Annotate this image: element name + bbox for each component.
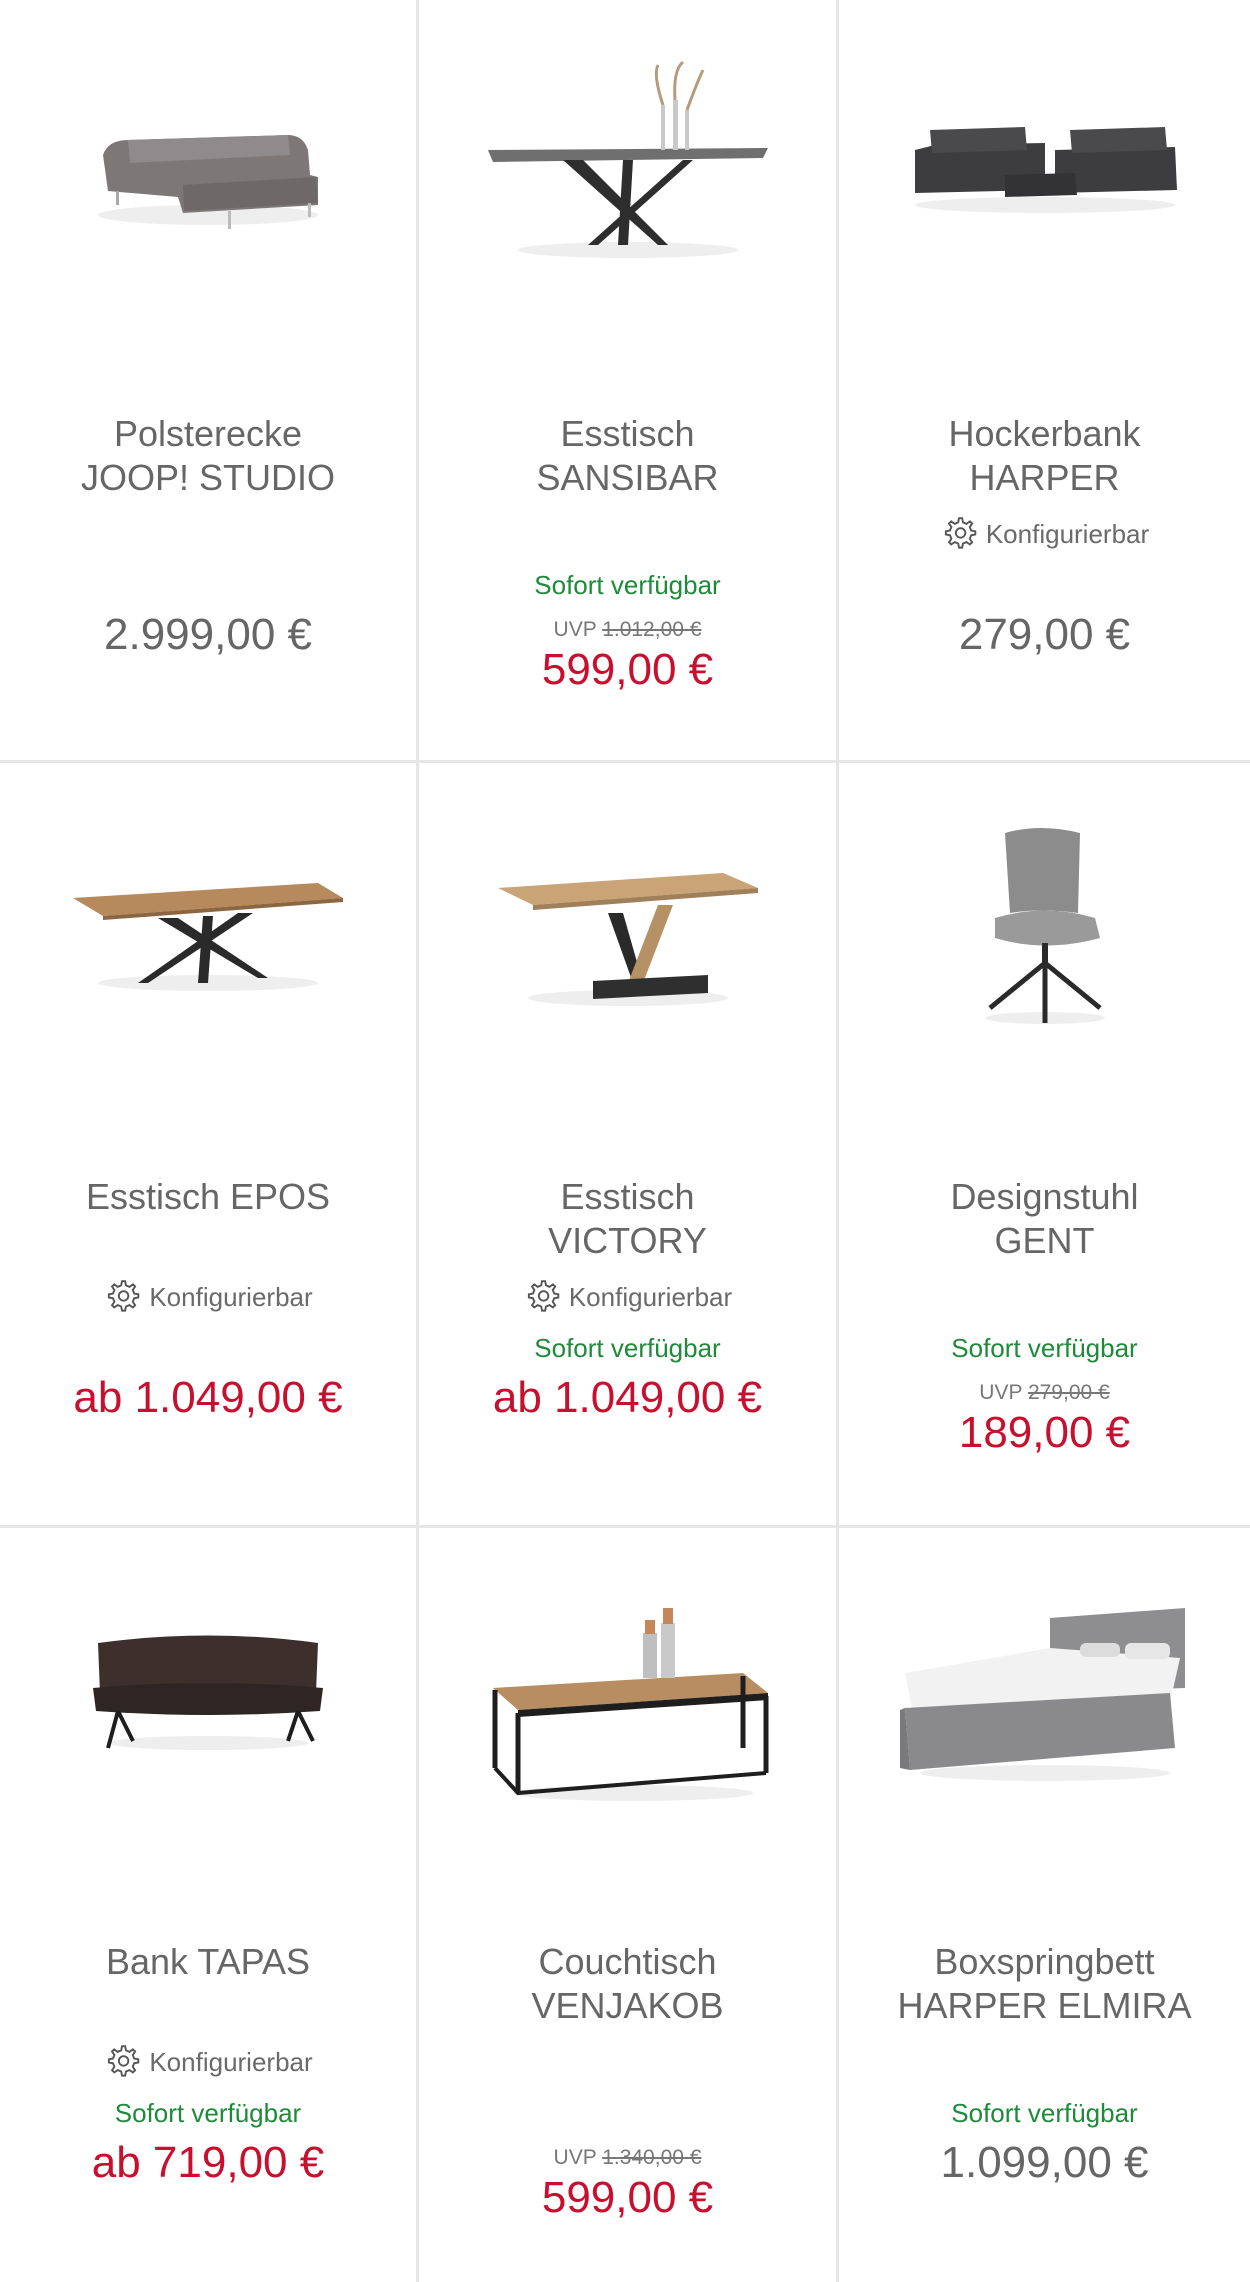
product-price: 2.999,00 € xyxy=(104,610,312,659)
availability-label: Sofort verfügbar xyxy=(534,570,721,600)
chair-image xyxy=(984,828,1105,1024)
availability-label: Sofort verfügbar xyxy=(114,2098,302,2128)
product-card-hockerbank-harper[interactable]: Hockerbank HARPER Konfigurierbar 279,00 … xyxy=(839,0,1250,763)
gear-icon xyxy=(944,517,977,549)
product-image[interactable] xyxy=(0,40,416,290)
product-image[interactable] xyxy=(0,1568,416,1818)
product-title[interactable]: Bank TAPAS xyxy=(10,1940,406,1984)
product-title[interactable]: Boxspringbett HARPER ELMIRA xyxy=(849,1940,1240,2028)
product-title[interactable]: Hockerbank HARPER xyxy=(849,412,1240,500)
product-card-esstisch-victory[interactable]: Esstisch VICTORY Konfigurierbar Sofort v… xyxy=(419,763,839,1528)
product-price: ab 1.049,00 € xyxy=(492,1373,763,1422)
uvp-price: UVP 1.340,00 € xyxy=(553,2146,702,2169)
product-image[interactable] xyxy=(839,40,1250,290)
bed-image xyxy=(899,1608,1185,1781)
coffee-table-image xyxy=(492,1608,768,1801)
product-price: ab 1.049,00 € xyxy=(73,1373,343,1422)
product-price: 599,00 € xyxy=(541,2173,714,2222)
product-image[interactable] xyxy=(0,803,416,1053)
product-grid: Polsterecke JOOP! STUDIO 2.999,00 € Esst… xyxy=(0,0,1250,2282)
sofa-image xyxy=(98,135,318,229)
product-card-designstuhl-gent[interactable]: Designstuhl GENT Sofort verfügbar UVP 27… xyxy=(839,763,1250,1528)
product-title[interactable]: Esstisch SANSIBAR xyxy=(429,412,826,500)
availability-label: Sofort verfügbar xyxy=(951,2098,1138,2128)
configurable-label[interactable]: Konfigurierbar xyxy=(0,2043,416,2081)
product-price: 279,00 € xyxy=(958,610,1131,659)
uvp-price: UVP 279,00 € xyxy=(979,1381,1110,1404)
availability-label: Sofort verfügbar xyxy=(534,1333,721,1363)
bench-image xyxy=(93,1635,323,1750)
product-card-esstisch-epos[interactable]: Esstisch EPOS Konfigurierbar ab 1.049,00… xyxy=(0,763,419,1528)
availability-label: Sofort verfügbar xyxy=(951,1333,1138,1363)
product-card-esstisch-sansibar[interactable]: Esstisch SANSIBAR Sofort verfügbar UVP 1… xyxy=(419,0,839,763)
product-price: 189,00 € xyxy=(958,1408,1131,1457)
product-title[interactable]: Polsterecke JOOP! STUDIO xyxy=(10,412,406,500)
table-image xyxy=(497,873,758,1006)
product-title[interactable]: Couchtisch VENJAKOB xyxy=(429,1940,826,2028)
configurable-label[interactable]: Konfigurierbar xyxy=(839,515,1250,553)
product-title[interactable]: Designstuhl GENT xyxy=(849,1175,1240,1263)
product-title[interactable]: Esstisch EPOS xyxy=(10,1175,406,1219)
gear-icon xyxy=(108,1280,140,1312)
product-title[interactable]: Esstisch VICTORY xyxy=(429,1175,826,1263)
product-image[interactable] xyxy=(419,40,836,290)
product-image[interactable] xyxy=(839,1568,1250,1818)
configurable-label[interactable]: Konfigurierbar xyxy=(0,1278,416,1316)
product-image[interactable] xyxy=(839,803,1250,1053)
gear-icon xyxy=(527,1280,560,1312)
table-image xyxy=(73,883,343,991)
product-image[interactable] xyxy=(419,803,836,1053)
product-card-bank-tapas[interactable]: Bank TAPAS Konfigurierbar Sofort verfügb… xyxy=(0,1528,419,2282)
dining-table-image xyxy=(487,60,768,258)
product-price: ab 719,00 € xyxy=(91,2138,325,2187)
sofa-set-image xyxy=(914,127,1177,213)
product-image[interactable] xyxy=(419,1568,836,1818)
product-price: 1.099,00 € xyxy=(940,2138,1149,2187)
gear-icon xyxy=(108,2045,140,2077)
product-card-boxspringbett-harper-elmira[interactable]: Boxspringbett HARPER ELMIRA Sofort verfü… xyxy=(839,1528,1250,2282)
configurable-label[interactable]: Konfigurierbar xyxy=(419,1278,836,1316)
product-card-polsterecke[interactable]: Polsterecke JOOP! STUDIO 2.999,00 € xyxy=(0,0,419,763)
product-card-couchtisch-venjakob[interactable]: Couchtisch VENJAKOB UVP 1.340,00 € 599,0… xyxy=(419,1528,839,2282)
uvp-price: UVP 1.012,00 € xyxy=(553,618,702,641)
product-price: 599,00 € xyxy=(541,645,714,694)
